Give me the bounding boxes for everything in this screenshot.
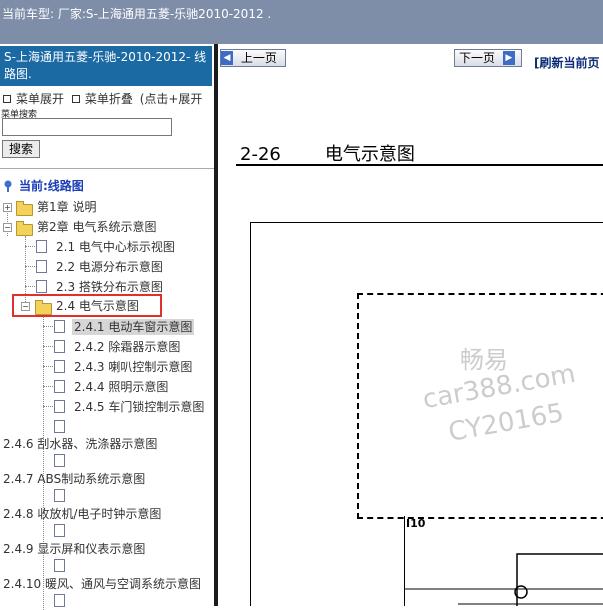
expand-plus-icon[interactable]: + <box>3 203 12 212</box>
document-icon <box>54 454 65 467</box>
tree-item-2-4-8[interactable]: 2.4.8 收放机/电子时钟示意图 <box>3 506 161 522</box>
document-icon <box>54 340 65 353</box>
tree-guide-line <box>25 246 35 247</box>
tree-guide-line <box>43 346 53 347</box>
folder-open-icon <box>16 221 33 236</box>
tree-item-chapter-2[interactable]: 第2章 电气系统示意图 <box>37 219 156 235</box>
document-icon <box>54 360 65 373</box>
highlight-box <box>12 294 162 317</box>
tree-item-2-4-4[interactable]: 2.4.4 照明示意图 <box>74 379 168 395</box>
tree-item-2-4-5[interactable]: 2.4.5 车门锁控制示意图 <box>74 399 204 415</box>
document-icon <box>36 240 47 253</box>
document-icon <box>36 260 47 273</box>
wiring-diagram <box>404 553 603 606</box>
document-icon <box>54 594 65 607</box>
tree-guide-line <box>43 386 53 387</box>
document-icon <box>36 280 47 293</box>
tree-item-2-4-1[interactable]: 2.4.1 电动车窗示意图 <box>72 319 195 335</box>
document-icon <box>54 489 65 502</box>
tree-guide-line <box>25 286 35 287</box>
watermark-text: 畅易 <box>460 346 508 374</box>
tree-item-2-4-9[interactable]: 2.4.9 显示屏和仪表示意图 <box>3 541 145 557</box>
document-icon <box>54 380 65 393</box>
tree-guide-line <box>25 266 35 267</box>
folder-icon <box>16 201 33 216</box>
document-icon <box>54 559 65 572</box>
current-location-label: 当前:线路图 <box>19 179 84 193</box>
tree-item-2-1[interactable]: 2.1 电气中心标示视图 <box>56 239 175 255</box>
tree-guide-line <box>43 406 53 407</box>
document-icon <box>54 320 65 333</box>
content-pane: ◀ 上一页 下一页 ▶ [刷新当前页 2-26 电气示意图 I10 畅易 car3… <box>218 44 603 606</box>
tree-guide-line <box>43 326 53 327</box>
tree-guide-line <box>43 314 44 610</box>
tree-guide-line <box>43 366 53 367</box>
collapse-minus-icon[interactable]: − <box>3 223 12 232</box>
tree-item-2-4-10[interactable]: 2.4.10 暖风、通风与空调系统示意图 <box>3 576 201 592</box>
document-icon <box>54 524 65 537</box>
menu-tree: 当前:线路图 + 第1章 说明 − 第2章 电气系统示意图 2.1 电气中心标示… <box>0 0 214 610</box>
tree-item-chapter-1[interactable]: 第1章 说明 <box>37 199 96 215</box>
tree-item-2-2[interactable]: 2.2 电源分布示意图 <box>56 259 163 275</box>
location-pin-icon <box>4 180 12 192</box>
tree-item-2-4-3[interactable]: 2.4.3 喇叭控制示意图 <box>74 359 192 375</box>
tree-item-2-4-6[interactable]: 2.4.6 刮水器、洗涤器示意图 <box>3 436 157 452</box>
document-icon <box>54 420 65 433</box>
document-icon <box>54 400 65 413</box>
tree-item-2-4-2[interactable]: 2.4.2 除霜器示意图 <box>74 339 180 355</box>
tree-item-2-4-7[interactable]: 2.4.7 ABS制动系统示意图 <box>3 471 145 487</box>
tree-item-2-3[interactable]: 2.3 搭铁分布示意图 <box>56 279 163 295</box>
